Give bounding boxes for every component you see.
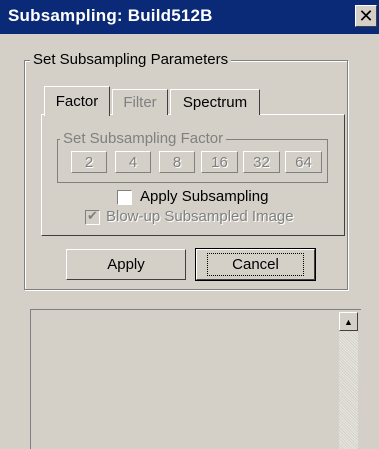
factor-button-16[interactable]: 16 xyxy=(201,151,238,173)
scroll-up-arrow-icon: ▲ xyxy=(344,316,353,327)
factor-button-2[interactable]: 2 xyxy=(71,151,107,173)
vertical-scrollbar[interactable] xyxy=(339,312,358,449)
scroll-up-button[interactable]: ▲ xyxy=(339,312,358,331)
factor-button-64[interactable]: 64 xyxy=(285,151,322,173)
tab-factor[interactable]: Factor xyxy=(44,86,110,116)
factor-button-4[interactable]: 4 xyxy=(115,151,151,173)
checkmark-icon: ✔ xyxy=(87,208,98,223)
window-title: Subsampling: Build512B xyxy=(8,6,213,25)
subsampling-dialog: Subsampling: Build512B ✕ Set Subsampling… xyxy=(0,0,379,449)
blow-up-label: Blow-up Subsampled Image xyxy=(106,208,294,225)
factor-button-8[interactable]: 8 xyxy=(159,151,195,173)
tab-filter[interactable]: Filter xyxy=(112,89,168,115)
close-button[interactable]: ✕ xyxy=(355,5,377,27)
title-bar[interactable]: Subsampling: Build512B ✕ xyxy=(0,0,379,34)
tab-spectrum[interactable]: Spectrum xyxy=(170,89,260,115)
cancel-button[interactable]: Cancel xyxy=(195,248,316,281)
output-text-area[interactable] xyxy=(30,309,361,449)
apply-subsampling-checkbox[interactable] xyxy=(117,190,132,205)
group-label: Set Subsampling Parameters xyxy=(30,51,232,68)
blow-up-checkbox[interactable]: ✔ xyxy=(85,208,100,225)
cancel-button-label: Cancel xyxy=(207,253,304,276)
close-icon: ✕ xyxy=(358,6,374,26)
apply-subsampling-label: Apply Subsampling xyxy=(140,188,269,205)
subsampling-factor-label: Set Subsampling Factor xyxy=(60,130,227,147)
factor-button-32[interactable]: 32 xyxy=(243,151,280,173)
apply-button[interactable]: Apply xyxy=(66,249,186,280)
